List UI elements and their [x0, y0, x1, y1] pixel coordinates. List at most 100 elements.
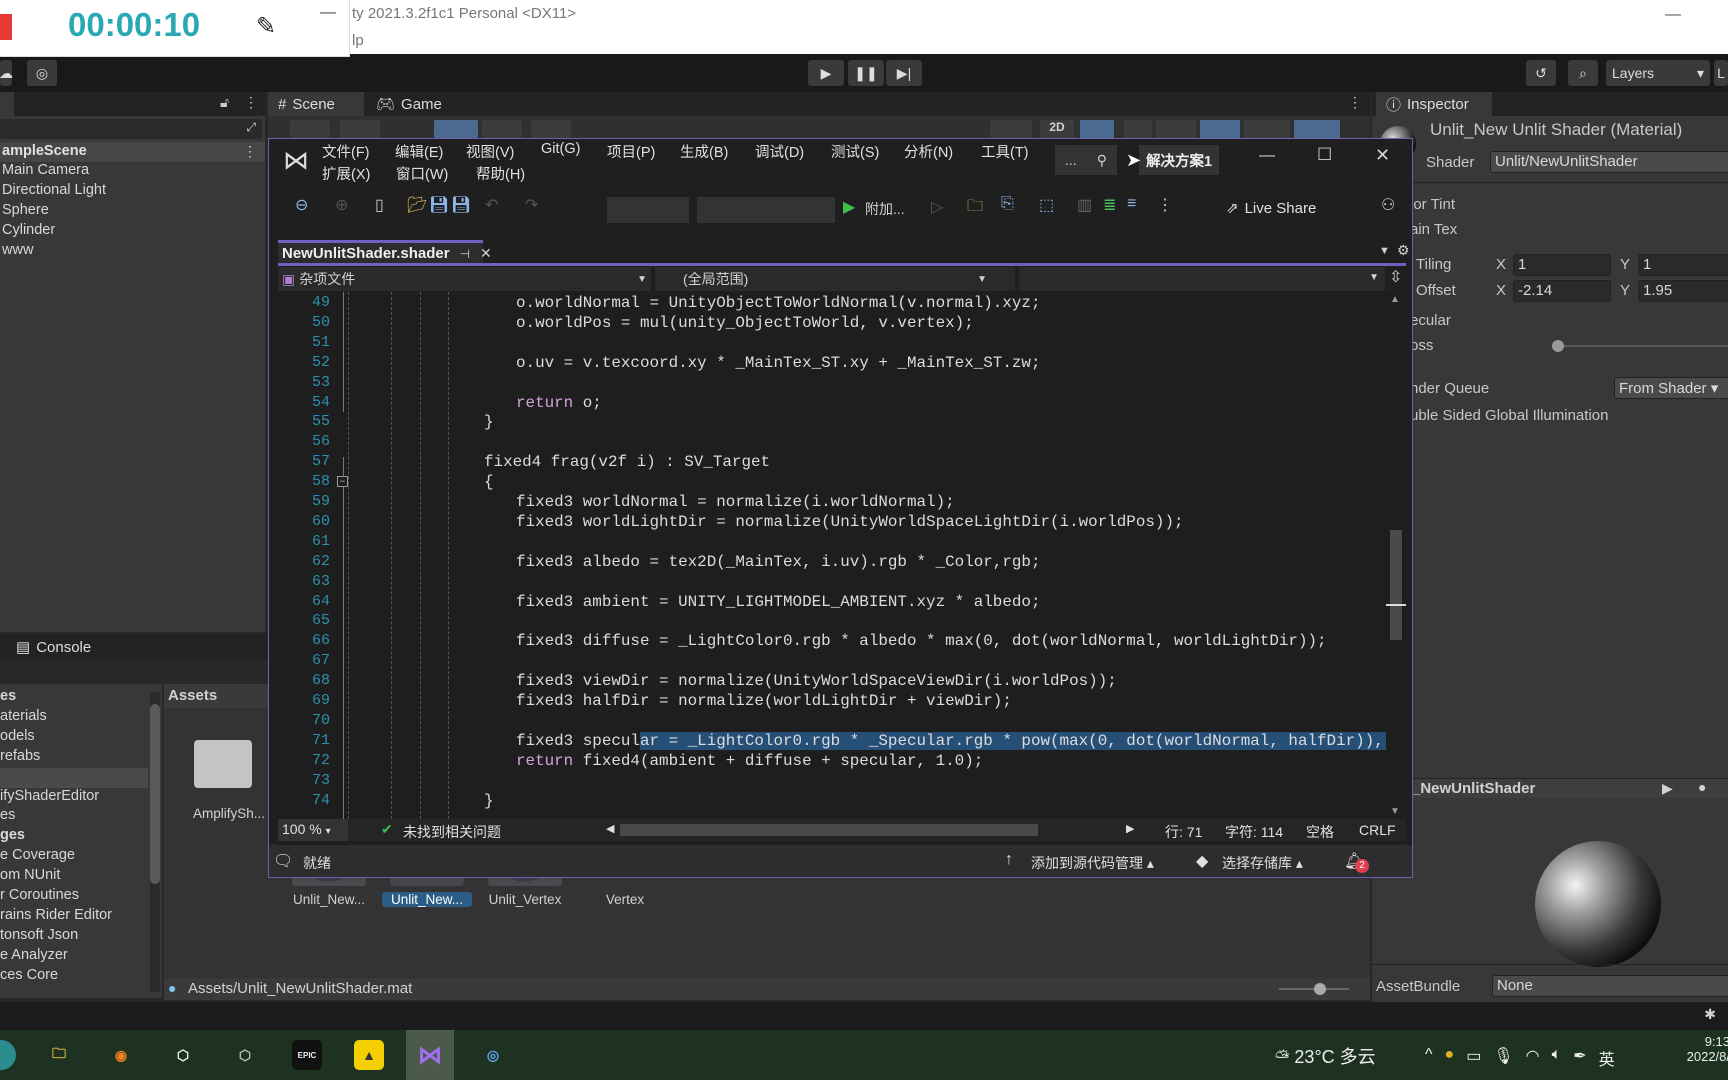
solution-name[interactable]: 解决方案1 — [1139, 145, 1219, 175]
menu-item[interactable]: 编辑(E) — [395, 141, 443, 162]
code-line[interactable]: return fixed4(ambient + diffuse + specul… — [516, 751, 983, 771]
clock[interactable]: 9:13 2022/8/ — [1687, 1034, 1728, 1064]
scene-more-icon[interactable]: ⋮ — [1348, 94, 1362, 111]
visual-studio-taskbar-icon[interactable]: ⋈ — [406, 1030, 454, 1080]
code-line[interactable]: fixed3 worldLightDir = normalize(UnityWo… — [516, 512, 1184, 532]
offset-x-field[interactable]: -2.14 — [1513, 280, 1611, 302]
gloss-slider[interactable] — [1558, 345, 1728, 347]
gloss-slider-thumb[interactable] — [1552, 340, 1564, 352]
code-line[interactable]: fixed3 worldNormal = normalize(i.worldNo… — [516, 492, 955, 512]
render-queue-dropdown[interactable]: From Shader ▾ — [1614, 377, 1728, 399]
pen-icon[interactable]: ✒ — [1573, 1046, 1586, 1070]
close-button[interactable]: ✕ — [1375, 145, 1390, 166]
history-icon[interactable]: ↺ — [1526, 60, 1556, 86]
assets-breadcrumb[interactable]: Assets — [168, 687, 217, 704]
code-line[interactable]: { — [484, 472, 494, 492]
more-icon[interactable]: ⋮ — [244, 94, 258, 111]
project-tree-item[interactable]: r Coroutines — [0, 887, 79, 903]
attach-button[interactable]: 附加... — [865, 199, 905, 219]
undo-icon[interactable]: ↶ — [485, 195, 498, 215]
project-tree-item[interactable]: es — [0, 807, 15, 823]
transform-tool-button[interactable] — [434, 120, 478, 138]
blender-icon[interactable]: ◉ — [106, 1040, 136, 1070]
layout-dropdown[interactable]: L — [1714, 60, 1728, 86]
menu-item[interactable]: 项目(P) — [607, 141, 655, 162]
configuration-dropdown[interactable] — [607, 197, 689, 223]
project-dropdown[interactable]: ▣ 杂项文件 ▼ — [278, 267, 651, 291]
ime-indicator[interactable]: 英 — [1599, 1046, 1615, 1070]
maximize-button[interactable]: ☐ — [1317, 145, 1332, 165]
scroll-left-icon[interactable]: ◀ — [606, 822, 614, 835]
menu-item[interactable]: 扩展(X) — [322, 163, 370, 184]
epic-games-icon[interactable]: EPIC — [292, 1040, 322, 1070]
start-without-debug-icon[interactable]: ▷ — [931, 197, 943, 217]
hierarchy-item[interactable]: www — [2, 242, 33, 258]
tiling-y-field[interactable]: 1 — [1638, 254, 1728, 276]
output-icon[interactable]: 🗨︎ — [273, 851, 293, 871]
search-box[interactable]: ... ⚲ — [1055, 145, 1117, 175]
menu-help[interactable]: lp — [352, 32, 364, 49]
menu-item[interactable]: 调试(D) — [755, 141, 804, 162]
code-line[interactable]: } — [484, 412, 494, 432]
microphone-icon[interactable]: 🎙︎ — [1493, 1046, 1513, 1070]
visibility-toggle[interactable] — [1200, 120, 1240, 138]
save-all-icon[interactable]: 💾︎ — [451, 195, 471, 215]
feedback-icon[interactable]: ⚇ — [1381, 195, 1395, 215]
add-to-source-control-button[interactable]: 添加到源代码管理 ▴ — [1031, 853, 1154, 873]
tab-console[interactable]: ▤ Console — [6, 634, 206, 660]
indent-icon[interactable]: ≣ — [1103, 195, 1116, 215]
gizmos-button[interactable] — [1294, 120, 1340, 138]
assetbundle-dropdown[interactable]: None — [1492, 975, 1728, 997]
code-line[interactable]: fixed3 specular = _LightColor0.rgb * _Sp… — [516, 731, 1386, 751]
scene-row[interactable]: ampleScene ⋮ — [0, 142, 265, 162]
back-icon[interactable]: ⊖ — [295, 195, 308, 215]
overflow-icon[interactable]: ⋮ — [1157, 195, 1173, 215]
char-indicator[interactable]: 字符: 114 — [1225, 822, 1283, 842]
lock-icon[interactable]: 🔓︎ — [220, 94, 229, 111]
debug-icon[interactable]: ✱ — [1704, 1006, 1716, 1023]
project-tree-item[interactable]: tonsoft Json — [0, 927, 78, 943]
scene-menu-icon[interactable]: ⋮ — [243, 143, 257, 160]
unity-icon[interactable]: ⬡ — [230, 1040, 260, 1070]
tab-list-dropdown[interactable]: ▼ — [1379, 245, 1390, 257]
line-ending-indicator[interactable]: CRLF — [1359, 822, 1396, 838]
project-tree-item[interactable]: e Analyzer — [0, 947, 68, 963]
weather-widget[interactable]: ⛅︎ 23°C 多云 — [1275, 1043, 1376, 1069]
forward-icon[interactable]: ⊕ — [335, 195, 348, 215]
code-line[interactable]: fixed4 frag(v2f i) : SV_Target — [484, 452, 770, 472]
step-button[interactable]: ▶| — [886, 60, 922, 86]
zoom-dropdown[interactable]: 100 % ▾ — [278, 819, 348, 841]
menu-item[interactable]: 窗口(W) — [396, 163, 448, 184]
project-tree-item[interactable]: aterials — [0, 708, 47, 724]
stop-record-button[interactable] — [0, 14, 12, 40]
code-line[interactable]: fixed3 albedo = tex2D(_MainTex, i.uv).rg… — [516, 552, 1040, 572]
grid-snap-button[interactable] — [482, 120, 522, 138]
shader-dropdown[interactable]: Unlit/NewUnlitShader — [1490, 151, 1728, 173]
menu-item[interactable]: 文件(F) — [322, 141, 370, 162]
collapse-icon[interactable]: − — [337, 476, 348, 488]
menu-item[interactable]: 帮助(H) — [476, 163, 525, 184]
search-filter-icon[interactable]: ⤢ — [246, 120, 256, 135]
file-explorer-icon[interactable]: 🗀︎ — [44, 1040, 74, 1070]
wifi-icon[interactable]: ◠ — [1526, 1046, 1540, 1070]
member-dropdown[interactable]: ▼ — [1019, 267, 1385, 291]
battery-icon[interactable]: ▭ — [1466, 1046, 1481, 1070]
asset-item[interactable]: AmplifySh... — [184, 730, 274, 830]
line-indicator[interactable]: 行: 71 — [1165, 822, 1202, 842]
open-folder-icon[interactable]: 📂︎ — [407, 195, 427, 215]
start-icon[interactable]: ▶ — [843, 197, 855, 217]
code-line[interactable]: return o; — [516, 393, 602, 413]
increment-snap-button[interactable] — [531, 120, 571, 138]
minimize-button[interactable]: — — [1665, 6, 1681, 24]
hierarchy-item[interactable]: Main Camera — [2, 162, 89, 178]
project-tree-item[interactable]: odels — [0, 728, 35, 744]
format-icon[interactable]: ▥ — [1077, 195, 1092, 215]
project-tree-item[interactable]: rains Rider Editor — [0, 907, 112, 923]
effects-toggle[interactable] — [1156, 120, 1196, 138]
camera-button[interactable] — [1244, 120, 1290, 138]
scope-dropdown[interactable]: (全局范围) ▼ — [655, 267, 1015, 291]
solution-explorer-icon[interactable]: 🗀︎ — [967, 195, 983, 222]
tree-scrollbar[interactable] — [150, 692, 160, 992]
play-preview-icon[interactable]: ▶ — [1662, 780, 1673, 797]
project-tree-item[interactable]: e Coverage — [0, 847, 75, 863]
